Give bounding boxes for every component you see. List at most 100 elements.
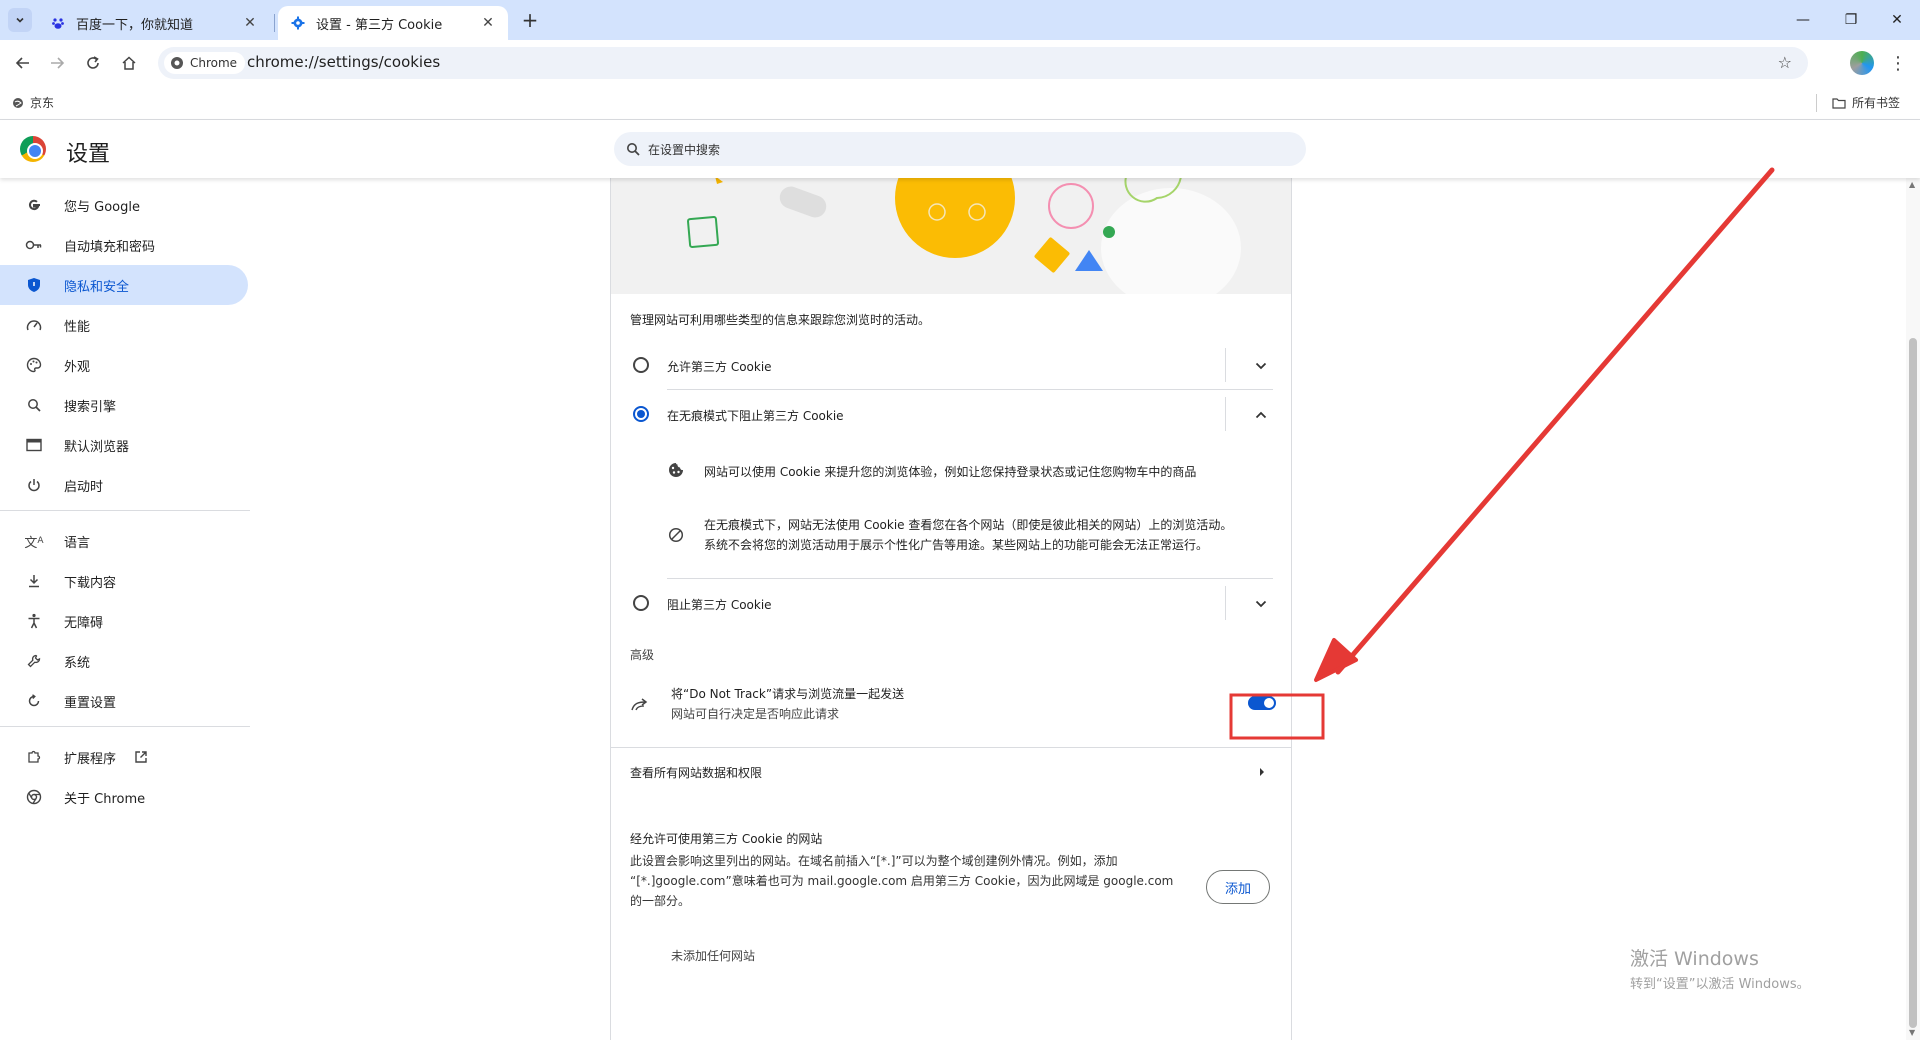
add-site-button[interactable]: 添加 bbox=[1206, 870, 1270, 904]
sidebar-item-system[interactable]: 系统 bbox=[0, 641, 248, 681]
sidebar-item-label: 下载内容 bbox=[64, 575, 117, 591]
close-icon[interactable]: ✕ bbox=[242, 15, 258, 31]
view-all-site-data-link[interactable]: 查看所有网站数据和权限 bbox=[630, 764, 762, 781]
address-bar[interactable]: Chrome chrome://settings/cookies ☆ bbox=[158, 47, 1808, 79]
home-icon[interactable] bbox=[116, 50, 142, 76]
row-divider bbox=[667, 389, 1273, 390]
new-tab-button[interactable]: + bbox=[518, 8, 542, 32]
sidebar-item-label: 外观 bbox=[64, 359, 91, 375]
shield-icon bbox=[24, 275, 44, 295]
scroll-down-icon[interactable]: ▼ bbox=[1909, 1028, 1917, 1037]
bookmark-star-icon[interactable]: ☆ bbox=[1778, 53, 1792, 72]
more-menu-icon[interactable]: ⋮ bbox=[1889, 50, 1907, 76]
detail-incognito-line2: 系统不会将您的浏览活动用于展示个性化广告等用途。某些网站上的功能可能会无法正常运… bbox=[704, 538, 1209, 552]
chevron-right-icon[interactable] bbox=[1252, 762, 1272, 782]
radio-allow-third-party[interactable] bbox=[633, 357, 649, 373]
tab-title: 设置 - 第三方 Cookie bbox=[316, 17, 443, 33]
sidebar-item-extensions[interactable]: 扩展程序 bbox=[0, 737, 248, 777]
sidebar-item-downloads[interactable]: 下载内容 bbox=[0, 561, 248, 601]
annotation-arrow-head bbox=[1314, 638, 1358, 682]
sidebar-item-label: 无障碍 bbox=[64, 615, 104, 631]
download-icon bbox=[24, 571, 44, 591]
speedometer-icon bbox=[24, 315, 44, 335]
sidebar-item-reset[interactable]: 重置设置 bbox=[0, 681, 248, 721]
cookie-icon bbox=[668, 462, 684, 478]
all-bookmarks[interactable]: 所有书签 bbox=[1832, 94, 1900, 111]
profile-avatar[interactable] bbox=[1850, 51, 1874, 75]
allowed-sites-heading: 经允许可使用第三方 Cookie 的网站 bbox=[630, 832, 823, 846]
allowed-desc-line1: 此设置会影响这里列出的网站。在域名前插入“[*.]”可以为整个域创建例外情况。例… bbox=[630, 854, 1118, 868]
browser-window-icon bbox=[24, 435, 44, 455]
watermark-line2: 转到“设置”以激活 Windows。 bbox=[1630, 977, 1810, 992]
minimize-icon[interactable]: — bbox=[1780, 0, 1826, 40]
folder-icon bbox=[1832, 97, 1846, 109]
restore-icon[interactable]: ❐ bbox=[1828, 0, 1874, 40]
row-divider bbox=[611, 747, 1291, 748]
external-link-icon bbox=[134, 750, 148, 764]
sidebar-item-about-chrome[interactable]: 关于 Chrome bbox=[0, 777, 248, 817]
chevron-down-icon[interactable] bbox=[1251, 356, 1271, 376]
bookmark-label: 京东 bbox=[30, 96, 55, 110]
sidebar-item-label: 自动填充和密码 bbox=[64, 239, 156, 255]
radio-block-third-party[interactable] bbox=[633, 595, 649, 611]
settings-search-input[interactable]: 在设置中搜索 bbox=[614, 132, 1306, 166]
url-text[interactable]: chrome://settings/cookies bbox=[247, 53, 440, 71]
sidebar-item-default-browser[interactable]: 默认浏览器 bbox=[0, 425, 248, 465]
chevron-down-icon[interactable] bbox=[1251, 594, 1271, 614]
tab-settings[interactable]: 设置 - 第三方 Cookie ✕ bbox=[278, 6, 508, 40]
sidebar-item-privacy[interactable]: 隐私和安全 bbox=[0, 265, 248, 305]
sidebar-item-languages[interactable]: 文A 语言 bbox=[0, 521, 248, 561]
sidebar-item-label: 启动时 bbox=[64, 479, 104, 495]
sidebar-item-label: 您与 Google bbox=[64, 199, 140, 215]
option-label: 阻止第三方 Cookie bbox=[667, 598, 772, 612]
vertical-divider bbox=[1225, 586, 1226, 620]
dnt-title: 将“Do Not Track”请求与浏览流量一起发送 bbox=[671, 687, 905, 701]
allowed-desc-line2: “[*.]google.com”意味着也可为 mail.google.com 启… bbox=[630, 874, 1174, 888]
bookmark-jd[interactable]: 京东 bbox=[12, 94, 54, 111]
reload-icon[interactable] bbox=[80, 50, 106, 76]
annotation-arrow-shaft bbox=[1335, 167, 1775, 675]
all-bookmarks-label: 所有书签 bbox=[1852, 96, 1901, 110]
scrollbar-thumb[interactable] bbox=[1909, 338, 1917, 1028]
puzzle-icon bbox=[24, 747, 44, 767]
windows-activation-watermark: 激活 Windows 转到“设置”以激活 Windows。 bbox=[1630, 944, 1810, 992]
site-info-chip[interactable]: Chrome bbox=[164, 52, 246, 74]
search-placeholder: 在设置中搜索 bbox=[648, 142, 721, 157]
globe-icon bbox=[13, 97, 23, 108]
detail-incognito-line1: 在无痕模式下，网站无法使用 Cookie 查看您在各个网站（即使是彼此相关的网站… bbox=[704, 518, 1233, 532]
forward-icon[interactable] bbox=[44, 50, 70, 76]
sidebar-item-search-engine[interactable]: 搜索引擎 bbox=[0, 385, 248, 425]
allowed-desc-line3: 的一部分。 bbox=[630, 894, 691, 908]
sidebar-item-label: 搜索引擎 bbox=[64, 399, 117, 415]
sidebar-item-appearance[interactable]: 外观 bbox=[0, 345, 248, 385]
sidebar-item-on-startup[interactable]: 启动时 bbox=[0, 465, 248, 505]
wrench-icon bbox=[24, 651, 44, 671]
settings-header: 设置 在设置中搜索 bbox=[0, 120, 1920, 178]
do-not-track-toggle[interactable] bbox=[1248, 696, 1276, 710]
sidebar-item-label: 系统 bbox=[64, 655, 91, 671]
sidebar-item-accessibility[interactable]: 无障碍 bbox=[0, 601, 248, 641]
sidebar-item-performance[interactable]: 性能 bbox=[0, 305, 248, 345]
sidebar-item-label: 隐私和安全 bbox=[64, 279, 130, 295]
option-label: 在无痕模式下阻止第三方 Cookie bbox=[667, 409, 844, 423]
accessibility-icon bbox=[24, 611, 44, 631]
chevron-down-icon bbox=[16, 17, 24, 23]
page-scrollbar[interactable]: ▲ ▼ bbox=[1906, 178, 1920, 1040]
chevron-up-icon[interactable] bbox=[1251, 405, 1271, 425]
scroll-up-icon[interactable]: ▲ bbox=[1909, 180, 1917, 189]
close-window-icon[interactable]: ✕ bbox=[1874, 0, 1920, 40]
vertical-divider bbox=[1225, 397, 1226, 431]
tab-search-button[interactable] bbox=[8, 8, 32, 32]
sidebar-item-you-and-google[interactable]: 您与 Google bbox=[0, 185, 248, 225]
sidebar-divider bbox=[0, 510, 250, 511]
detail-cookie-use: 网站可以使用 Cookie 来提升您的浏览体验，例如让您保持登录状态或记住您购物… bbox=[704, 465, 1197, 479]
close-icon[interactable]: ✕ bbox=[480, 15, 496, 31]
radio-block-incognito[interactable] bbox=[633, 406, 649, 422]
chrome-icon bbox=[171, 57, 183, 69]
sidebar-item-autofill[interactable]: 自动填充和密码 bbox=[0, 225, 248, 265]
back-icon[interactable] bbox=[10, 50, 36, 76]
settings-sidebar: 您与 Google 自动填充和密码 隐私和安全 性能 外观 搜索引擎 默认浏览器… bbox=[0, 178, 250, 1040]
page-title: 设置 bbox=[66, 142, 111, 167]
tab-baidu[interactable]: 百度一下，你就知道 ✕ bbox=[38, 6, 270, 40]
sidebar-item-label: 语言 bbox=[64, 535, 91, 551]
